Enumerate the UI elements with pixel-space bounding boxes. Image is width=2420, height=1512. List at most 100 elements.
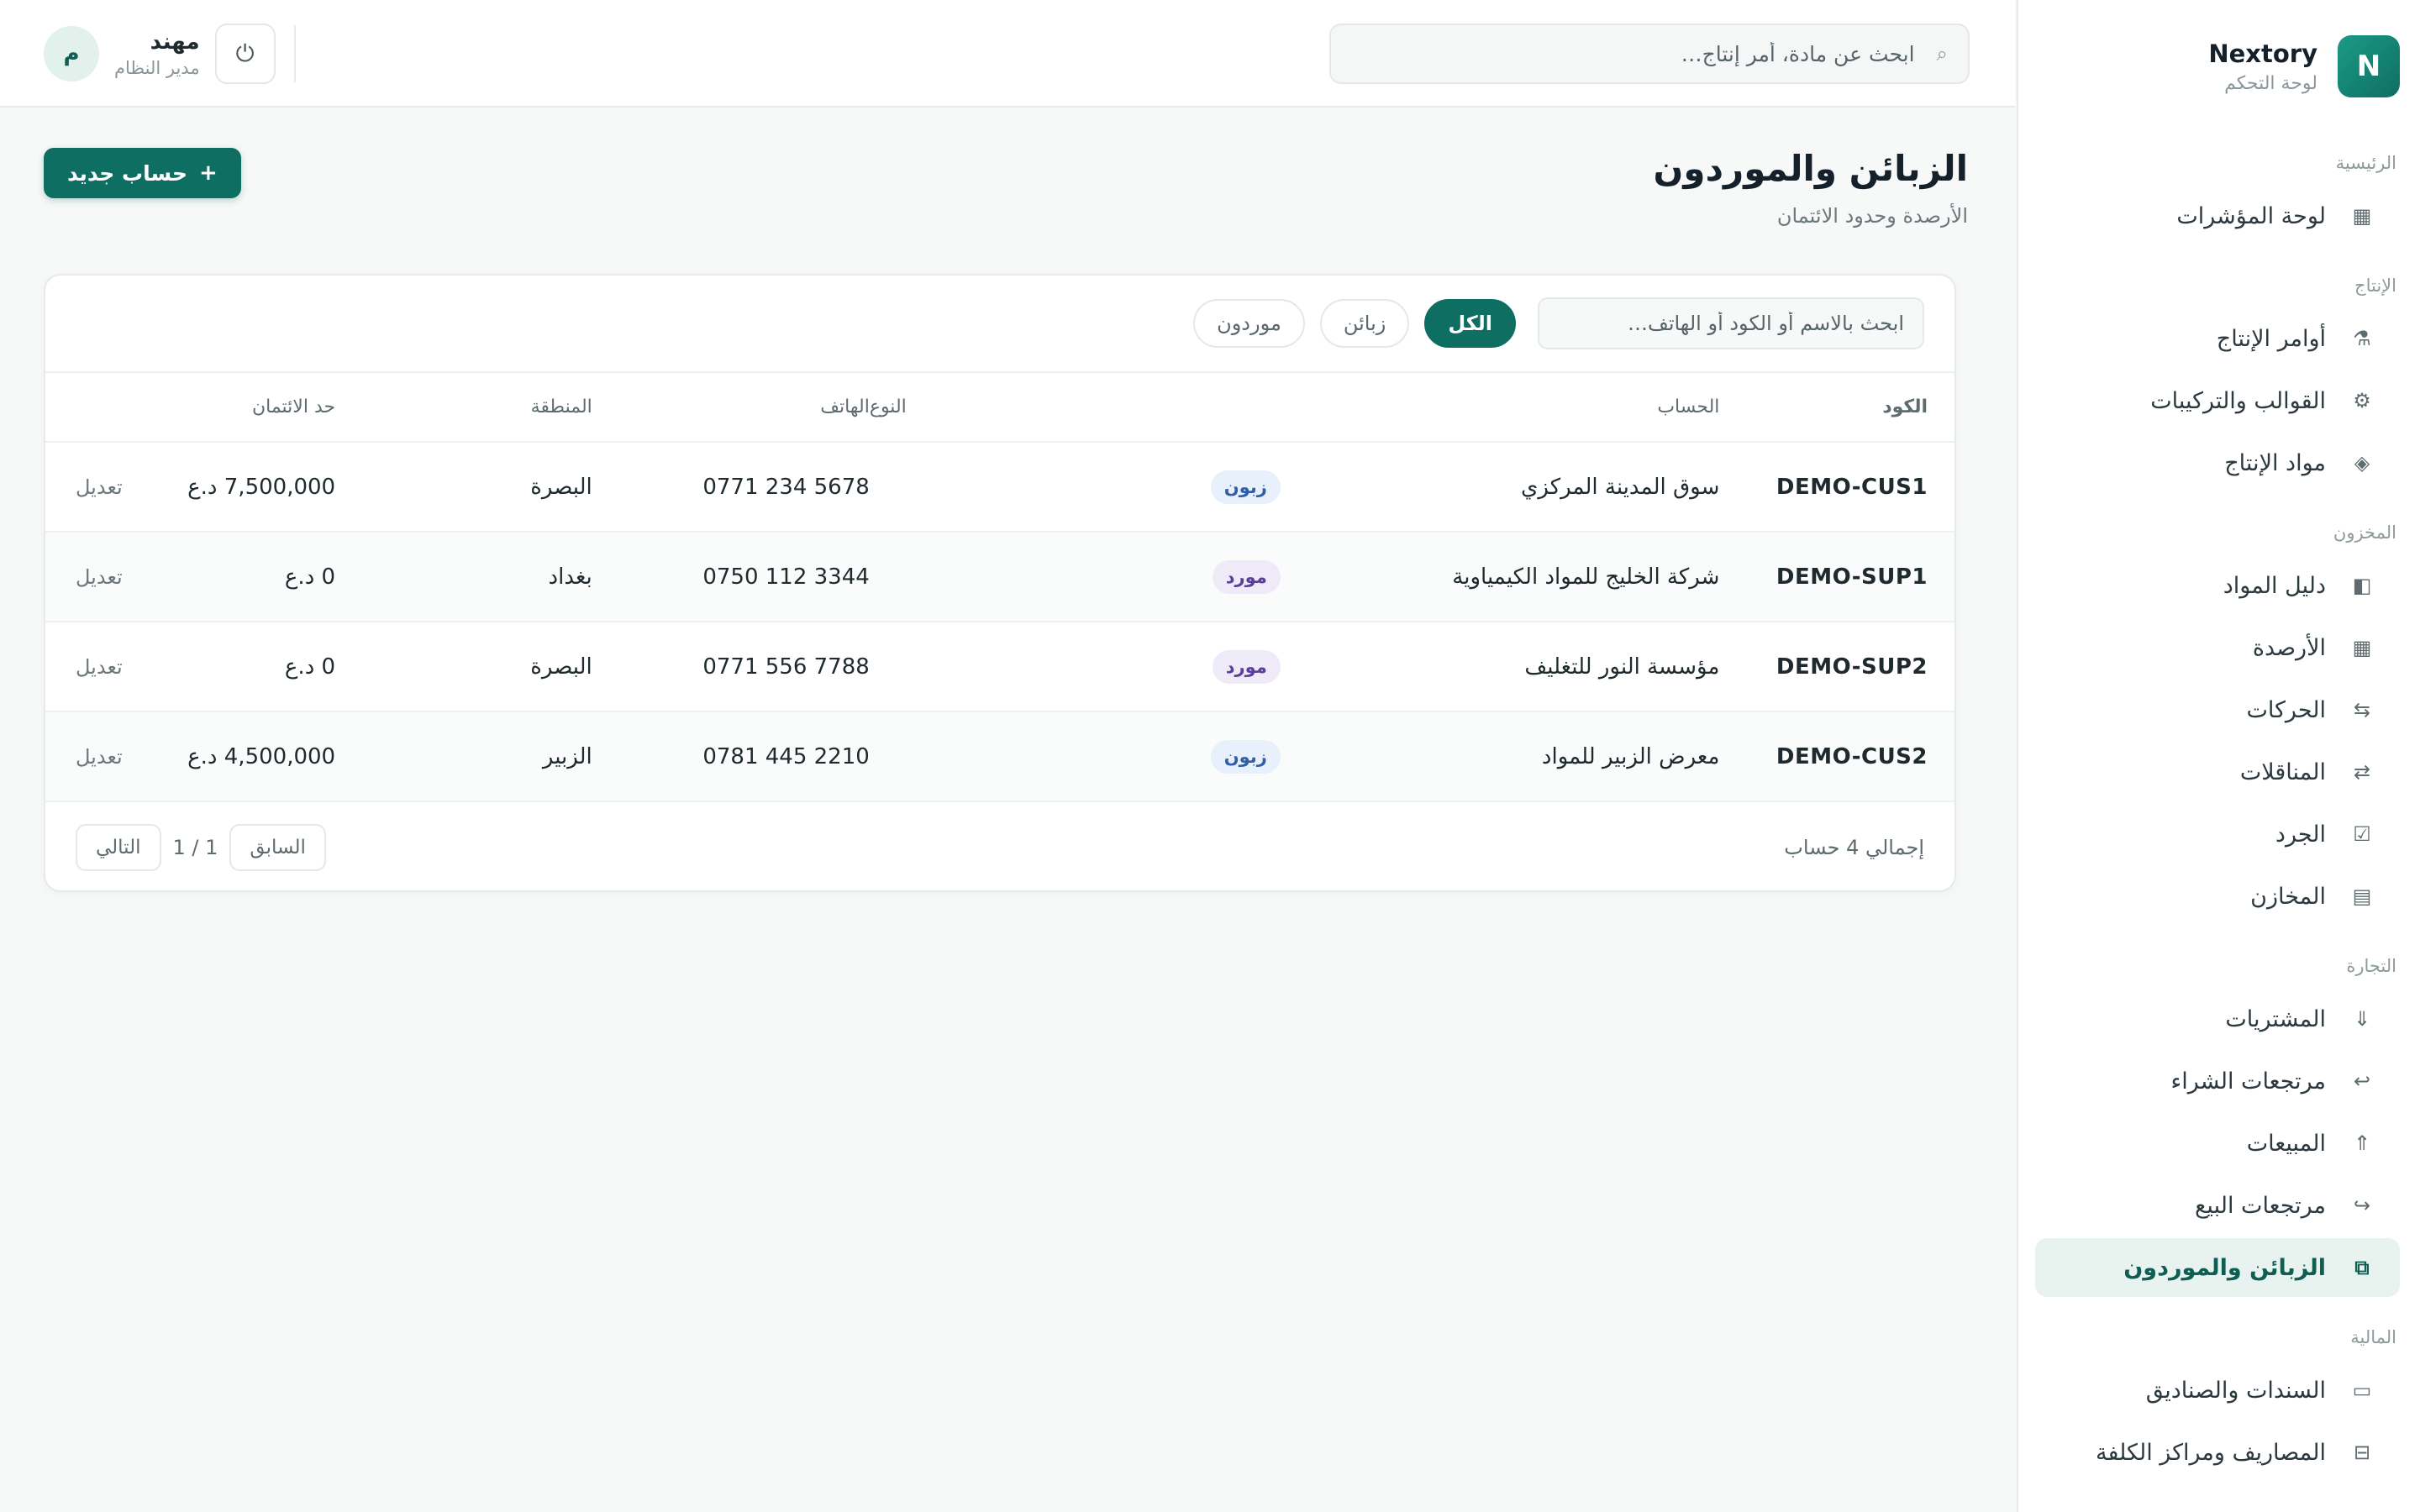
sidebar-item-cash[interactable]: ▭ السندات والصناديق [2035,1361,2400,1420]
filter-chip[interactable]: موردون [1193,299,1305,348]
header-code[interactable]: الكود [1719,373,1954,443]
gear-icon: ⚙ [2353,389,2371,412]
row-edit-link-cell: تعديل [45,622,123,712]
sidebar-item-contacts[interactable]: ⧉ الزبائن والموردون [2035,1238,2400,1297]
production-icon: ⚗ [2353,327,2371,350]
sidebar-item-warehouse[interactable]: ▤ المخازن [2035,867,2400,926]
header-phone[interactable]: الهاتف [592,373,870,443]
table-row[interactable]: DEMO-CUS2 معرض الزبير للمواد زبون 0781 445 … [45,711,1954,802]
prev-page-button[interactable]: السابق [229,824,326,871]
nav-section-title: الإنتاج [2354,276,2396,296]
sidebar-item-checkbox[interactable]: ☑ الجرد [2035,805,2400,864]
return-icon: ↩ [2353,1069,2371,1093]
movements-icon: ⇆ [2353,698,2371,722]
row-credit-limit-cell: 0 د.ع [122,532,336,622]
row-region: البصرة [530,654,592,680]
row-type-cell: زبون [869,442,1281,533]
table-body: DEMO-CUS1 سوق المدينة المركزي زبون 0771 234… [45,442,1954,802]
row-account-name: سوق المدينة المركزي [1521,474,1720,500]
sidebar-item-label: المخازن [2250,883,2326,910]
sidebar-item-label: لوحة المؤشرات [2176,202,2326,229]
sidebar-item-grid[interactable]: ▦ لوحة المؤشرات [2035,186,2400,245]
return-right-icon: ↪ [2353,1194,2371,1217]
row-account-name-cell: سوق المدينة المركزي [1280,442,1720,533]
table-row[interactable]: DEMO-SUP2 مؤسسة النور للتغليف مورد 0771 556… [45,622,1954,712]
row-code: DEMO-SUP1 [1776,564,1928,590]
edit-link[interactable]: تعديل [76,565,123,589]
row-type-cell: زبون [869,711,1281,802]
sidebar-item-movements[interactable]: ⇆ الحركات [2035,680,2400,739]
sidebar-item-label: الحركات [2246,696,2326,723]
nav-section-title: المالية [2350,1327,2396,1347]
filter-chip[interactable]: الكل [1424,299,1516,348]
header-type[interactable]: النوع [869,373,1281,443]
sidebar-item-arrow-up[interactable]: ⇑ المبيعات [2035,1114,2400,1173]
row-account-name: شركة الخليج للمواد الكيمياوية [1452,564,1720,590]
card-footer: إجمالي 4 حساب السابق 1 / 1 التالي [45,802,1954,890]
row-type-cell: مورد [869,622,1281,712]
header-credit[interactable]: حد الائتمان [122,373,336,443]
topbar-divider [294,25,296,82]
sidebar-item-diamond[interactable]: ◈ مواد الإنتاج [2035,433,2400,492]
table-row[interactable]: DEMO-CUS1 سوق المدينة المركزي زبون 0771 234… [45,442,1954,533]
filter-chips: الكل زبائن موردون [1193,299,1531,348]
type-badge-wrap: زبون [870,470,1281,504]
logout-button[interactable]: ⏻ [214,24,276,84]
sidebar-item-arrow-down[interactable]: ⇓ المشتريات [2035,990,2400,1048]
row-account-name-cell: مؤسسة النور للتغليف [1280,622,1720,712]
row-code-cell: DEMO-SUP2 [1719,622,1954,712]
page-info: 1 / 1 [172,836,218,859]
row-credit-limit: 4,500,000 د.ع [187,743,336,769]
arrow-down-icon: ⇓ [2353,1007,2371,1031]
sidebar-item-gear[interactable]: ⚙ القوالب والتركيبات [2035,371,2400,430]
global-search-input[interactable] [1351,41,1915,66]
edit-link[interactable]: تعديل [76,475,123,499]
page-subtitle: الأرصدة وحدود الائتمان [1776,204,1968,228]
sidebar-item-production[interactable]: ⚗ أوامر الإنتاج [2035,309,2400,368]
sidebar-item-expenses[interactable]: ⊟ المصاريف ومراكز الكلفة [2035,1423,2400,1482]
balances-icon: ▦ [2352,636,2372,659]
header-region[interactable]: المنطقة [335,373,592,443]
filters-bar: الكل زبائن موردون [45,276,1954,373]
sidebar-item-return[interactable]: ↩ مرتجعات الشراء [2035,1052,2400,1110]
filter-chip[interactable]: زبائن [1319,299,1410,348]
row-region: الزبير [542,743,592,769]
type-badge-wrap: زبون [870,739,1281,774]
row-edit-link-cell: تعديل [45,532,123,622]
sidebar-item-transfer[interactable]: ⇄ المناقلات [2035,743,2400,801]
table-row[interactable]: DEMO-SUP1 شركة الخليج للمواد الكيمياوية مو… [45,532,1954,622]
user-info: مهند مدير النظام [114,29,200,78]
transfer-icon: ⇄ [2353,760,2371,784]
sidebar-item-balances[interactable]: ▦ الأرصدة [2035,618,2400,677]
row-credit-limit: 0 د.ع [284,564,336,590]
next-page-button[interactable]: التالي [76,824,161,871]
row-region-cell: بغداد [335,532,592,622]
page-title: الزبائن والموردون [1653,148,1968,189]
sidebar-item-label: المصاريف ومراكز الكلفة [2095,1439,2326,1466]
new-account-button[interactable]: + حساب جديد [44,148,241,198]
sidebar-item-return-right[interactable]: ↪ مرتجعات البيع [2035,1176,2400,1235]
avatar[interactable]: م [44,26,99,81]
row-code-cell: DEMO-CUS2 [1719,711,1954,802]
header-actions [45,373,123,443]
row-region-cell: البصرة [335,442,592,533]
expenses-icon: ⊟ [2353,1441,2371,1464]
global-search[interactable]: ⌕ [1329,24,1970,84]
row-credit-limit-cell: 7,500,000 د.ع [122,442,336,533]
plus-icon: + [198,160,218,186]
nav-section-title: التجارة [2346,956,2396,976]
header-name[interactable]: الحساب [1280,373,1720,443]
edit-link[interactable]: تعديل [76,655,123,679]
type-badge-wrap: مورد [870,649,1281,684]
sidebar-item-label: مواد الإنتاج [2224,449,2326,476]
edit-link[interactable]: تعديل [76,745,123,769]
new-account-label: حساب جديد [67,160,187,186]
total-count: إجمالي 4 حساب [1784,836,1924,859]
power-icon: ⏻ [235,39,255,66]
sidebar-item-catalog[interactable]: ◧ دليل المواد [2035,556,2400,615]
accounts-search-input[interactable] [1538,297,1924,349]
grid-icon: ▦ [2352,204,2372,228]
diamond-icon: ◈ [2354,451,2370,475]
row-code: DEMO-CUS1 [1776,474,1928,500]
sidebar-nav: الرئيسية ▦ لوحة المؤشرات الإنتاج ⚗ أوامر الإن… [2035,153,2400,1482]
